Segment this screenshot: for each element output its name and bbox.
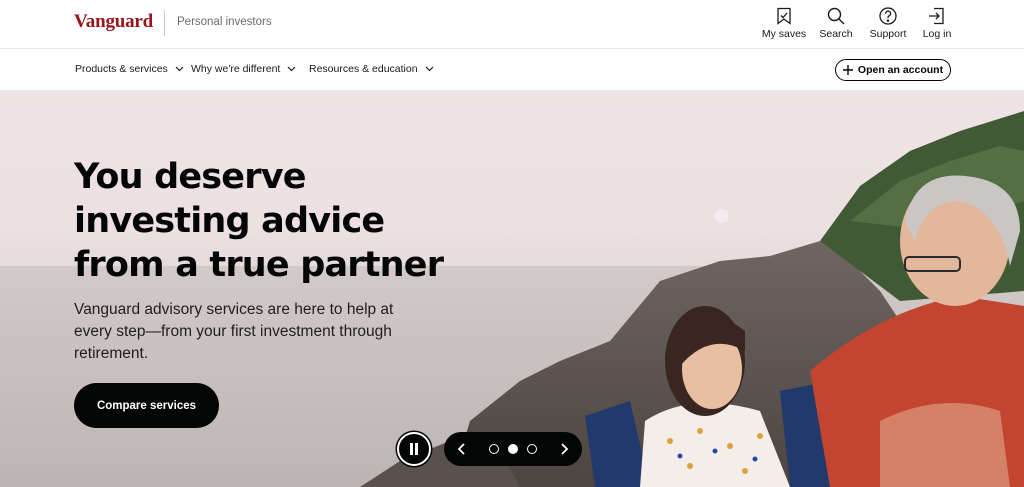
open-account-button[interactable]: Open an account [835, 59, 951, 81]
nav-resources-education-label: Resources & education [309, 63, 418, 75]
my-saves-label: My saves [761, 28, 807, 40]
carousel-controls [444, 432, 582, 466]
logo-divider [164, 10, 165, 36]
hero-headline: You deserve investing advice from a true… [74, 157, 444, 285]
my-saves-button[interactable]: My saves [754, 6, 814, 40]
chevron-left-icon[interactable] [454, 441, 470, 457]
main-nav: Products & services Why we're different … [0, 48, 1024, 91]
carousel-dot-3[interactable] [527, 444, 537, 454]
vanguard-logo[interactable]: Vanguard [74, 11, 153, 33]
pause-icon [410, 443, 418, 455]
chevron-down-icon [425, 66, 433, 72]
nav-products-services[interactable]: Products & services [75, 63, 184, 75]
search-button[interactable]: Search [806, 6, 866, 40]
nav-products-services-label: Products & services [75, 63, 168, 75]
help-circle-icon [879, 7, 897, 25]
chevron-down-icon [175, 66, 184, 72]
carousel-dot-2[interactable] [508, 444, 518, 454]
nav-why-different-label: Why we're different [191, 63, 281, 75]
top-header: Vanguard Personal investors My saves Sea… [0, 0, 1024, 48]
login-label: Log in [922, 28, 952, 40]
compare-services-button[interactable]: Compare services [74, 383, 219, 428]
segment-label: Personal investors [177, 16, 272, 28]
carousel-pause-button[interactable] [397, 432, 431, 466]
search-label: Search [819, 28, 853, 40]
carousel-dot-1[interactable] [489, 444, 499, 454]
hero-banner: You deserve investing advice from a true… [0, 91, 1024, 487]
login-icon [929, 7, 944, 25]
hero-subtext: Vanguard advisory services are here to h… [74, 301, 394, 362]
bookmark-icon [777, 7, 791, 25]
plus-icon [842, 65, 853, 75]
chevron-right-icon[interactable] [556, 441, 572, 457]
search-icon [827, 7, 845, 25]
nav-resources-education[interactable]: Resources & education [309, 63, 434, 75]
login-button[interactable]: Log in [907, 6, 967, 40]
nav-why-different[interactable]: Why we're different [191, 63, 296, 75]
chevron-down-icon [287, 66, 296, 72]
open-account-label: Open an account [857, 64, 944, 76]
